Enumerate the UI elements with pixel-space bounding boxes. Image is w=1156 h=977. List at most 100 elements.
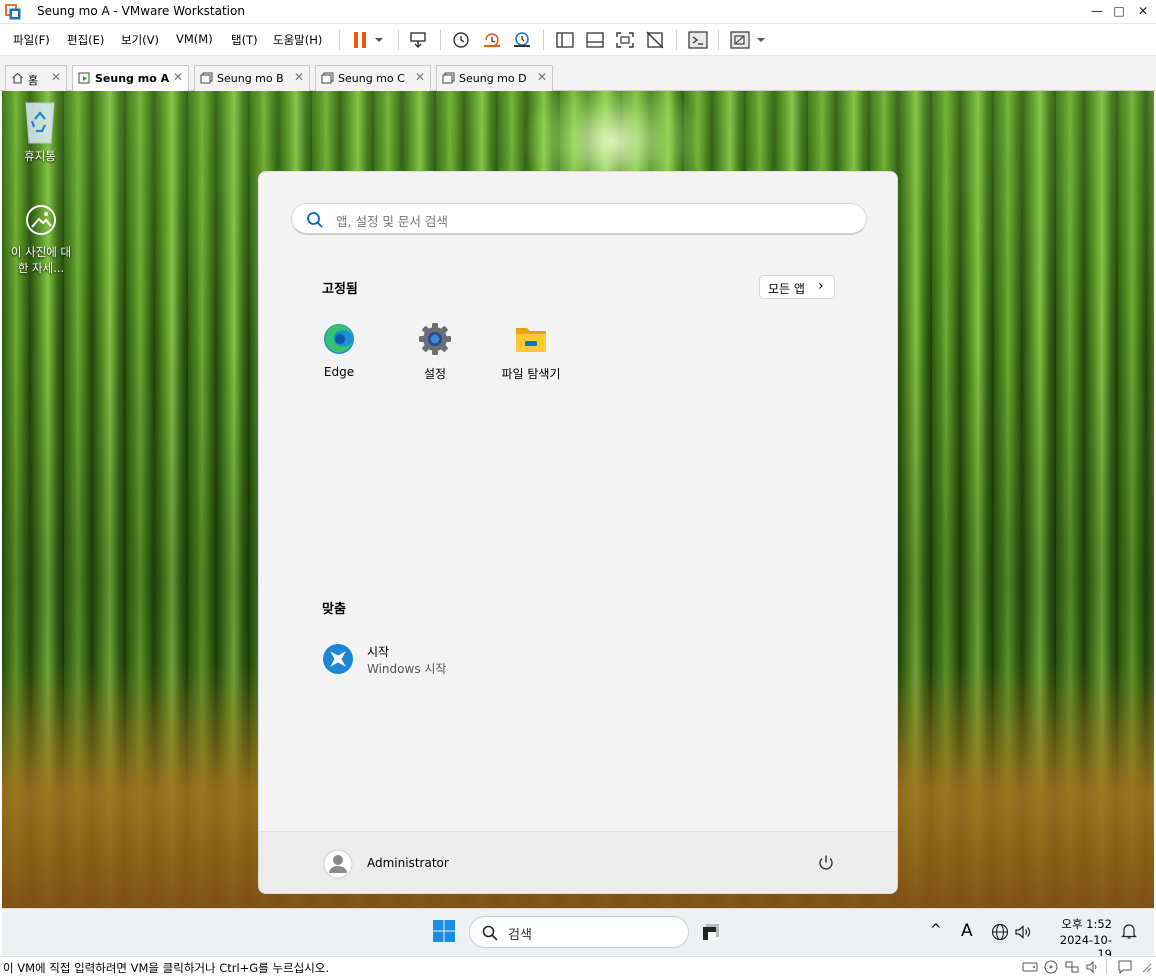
menu-tabs[interactable]: 탭(T)	[231, 32, 258, 48]
console-view-icon[interactable]	[687, 30, 709, 50]
desktop-icon-label: 이 사진에 대한 자세...	[10, 245, 72, 275]
ime-indicator[interactable]: A	[961, 921, 973, 941]
toolbar-separator	[718, 30, 719, 50]
close-button[interactable]: ✕	[1130, 0, 1156, 24]
vm-icon	[321, 72, 334, 84]
avatar-icon	[323, 849, 353, 879]
chevron-right-icon: ›	[818, 278, 824, 294]
menu-file[interactable]: 파일(F)	[13, 32, 50, 48]
toolbar-separator	[440, 30, 441, 50]
tray-overflow-chevron-icon[interactable]: ^	[930, 922, 942, 938]
tab-label: Seung mo D	[459, 72, 527, 85]
app-label: 파일 탐색기	[501, 367, 561, 381]
task-view-icon[interactable]	[700, 921, 722, 943]
home-icon	[12, 72, 23, 84]
cd-dvd-icon[interactable]	[1043, 960, 1059, 974]
tab-seung-mo-b[interactable]: Seung mo B ✕	[194, 65, 310, 91]
thumbnail-bar-icon[interactable]	[584, 30, 606, 50]
get-started-icon	[323, 644, 353, 674]
pinned-app-file-explorer[interactable]: 파일 탐색기	[491, 322, 571, 382]
search-placeholder: 앱, 설정 및 문서 검색	[336, 214, 448, 229]
status-separator	[1106, 960, 1107, 974]
menu-vm[interactable]: VM(M)	[176, 32, 213, 46]
snapshot-manager-icon[interactable]	[511, 30, 533, 50]
toolbar-separator	[398, 30, 399, 50]
pinned-section-title: 고정됨	[322, 282, 358, 297]
toolbar-separator	[676, 30, 677, 50]
library-view-icon[interactable]	[554, 30, 576, 50]
network-adapter-icon[interactable]	[1064, 960, 1080, 974]
snapshot-icon[interactable]	[450, 30, 472, 50]
tab-close-icon[interactable]: ✕	[294, 70, 304, 84]
desktop-icon-recycle-bin[interactable]: 휴지통	[10, 99, 70, 164]
vmware-app-icon	[5, 4, 21, 20]
message-log-icon[interactable]	[1117, 960, 1133, 974]
hard-disk-icon[interactable]	[1022, 960, 1038, 974]
menu-help[interactable]: 도움말(H)	[273, 32, 322, 48]
pinned-app-settings[interactable]: 설정	[395, 322, 475, 382]
status-message: 이 VM에 직접 입력하려면 VM을 클릭하거나 Ctrl+G를 누르십시오.	[3, 961, 330, 975]
vmware-status-bar: 이 VM에 직접 입력하려면 VM을 클릭하거나 Ctrl+G를 누르십시오.	[0, 956, 1156, 977]
app-label: 설정	[423, 367, 447, 381]
tab-close-icon[interactable]: ✕	[51, 70, 61, 84]
notification-bell-icon[interactable]	[1120, 922, 1138, 940]
menu-edit[interactable]: 편집(E)	[67, 32, 104, 48]
clock-time[interactable]: 오후 1:52	[1048, 916, 1112, 932]
taskbar-search-label: 검색	[508, 928, 532, 943]
tab-label: Seung mo C	[338, 72, 405, 85]
maximize-button[interactable]: □	[1106, 0, 1132, 24]
stretch-dropdown-icon[interactable]	[754, 30, 768, 50]
stretch-guest-icon[interactable]	[729, 30, 751, 50]
tab-seung-mo-c[interactable]: Seung mo C ✕	[315, 65, 431, 91]
search-icon	[307, 212, 323, 228]
app-label: Edge	[323, 365, 355, 379]
edge-icon	[324, 324, 354, 354]
sound-card-icon[interactable]	[1085, 960, 1101, 974]
network-globe-icon[interactable]	[991, 923, 1009, 941]
unity-mode-icon[interactable]	[644, 30, 666, 50]
tab-label: Seung mo A	[95, 72, 170, 85]
resize-grip-icon[interactable]	[1140, 961, 1152, 973]
windows-start-icon[interactable]	[432, 919, 456, 943]
tab-seung-mo-a[interactable]: Seung mo A ✕	[72, 65, 189, 92]
pause-dropdown-icon[interactable]	[372, 30, 386, 50]
vm-icon	[442, 72, 455, 84]
vm-icon	[200, 72, 213, 84]
full-screen-icon[interactable]	[614, 30, 636, 50]
recommended-item-get-started[interactable]: 시작 Windows 시작	[315, 638, 515, 682]
window-titlebar: Seung mo A - VMware Workstation — □ ✕	[0, 0, 1156, 24]
taskbar-search-box[interactable]: 검색	[469, 916, 689, 948]
search-icon	[482, 925, 498, 941]
start-search-box[interactable]: 앱, 설정 및 문서 검색	[291, 203, 867, 235]
menu-toolbar: 파일(F) 편집(E) 보기(V) VM(M) 탭(T) 도움말(H)	[0, 24, 1156, 56]
all-apps-button[interactable]: 모든 앱 ›	[759, 275, 835, 299]
vm-running-icon	[78, 72, 90, 84]
volume-icon[interactable]	[1014, 923, 1032, 941]
learn-about-picture-icon	[26, 205, 56, 235]
tab-close-icon[interactable]: ✕	[415, 70, 425, 84]
settings-gear-icon	[419, 323, 451, 355]
tab-close-icon[interactable]: ✕	[537, 70, 547, 84]
user-account-button[interactable]: Administrator	[315, 846, 515, 880]
start-menu: 앱, 설정 및 문서 검색 고정됨 모든 앱 › Edge 설정 파일 탐색기 …	[258, 171, 898, 894]
recycle-bin-icon	[25, 102, 55, 144]
desktop-icon-label: 휴지통	[24, 149, 56, 163]
pinned-app-edge[interactable]: Edge	[299, 322, 379, 379]
tab-seung-mo-d[interactable]: Seung mo D ✕	[436, 65, 553, 91]
power-icon[interactable]	[817, 854, 835, 872]
all-apps-label: 모든 앱	[768, 282, 805, 296]
tab-home[interactable]: 홈 ✕	[5, 65, 67, 91]
toolbar-separator	[339, 30, 340, 50]
recommended-title: 시작	[367, 645, 390, 659]
tab-close-icon[interactable]: ✕	[173, 70, 183, 84]
menu-view[interactable]: 보기(V)	[121, 32, 159, 48]
toolbar-separator	[543, 30, 544, 50]
send-ctrl-alt-del-icon[interactable]	[408, 30, 430, 50]
revert-snapshot-icon[interactable]	[481, 30, 503, 50]
desktop-icon-learn-about-picture[interactable]: 이 사진에 대한 자세...	[10, 203, 72, 276]
start-menu-footer: Administrator	[259, 831, 897, 893]
vm-tab-bar: 홈 ✕ Seung mo A ✕ Seung mo B ✕ Seung mo C…	[0, 56, 1156, 92]
guest-taskbar: 검색 ^ A 오후 1:52 2024-10-19	[2, 908, 1154, 961]
pause-icon[interactable]	[350, 30, 372, 50]
recommended-section-title: 맞춤	[322, 602, 346, 617]
